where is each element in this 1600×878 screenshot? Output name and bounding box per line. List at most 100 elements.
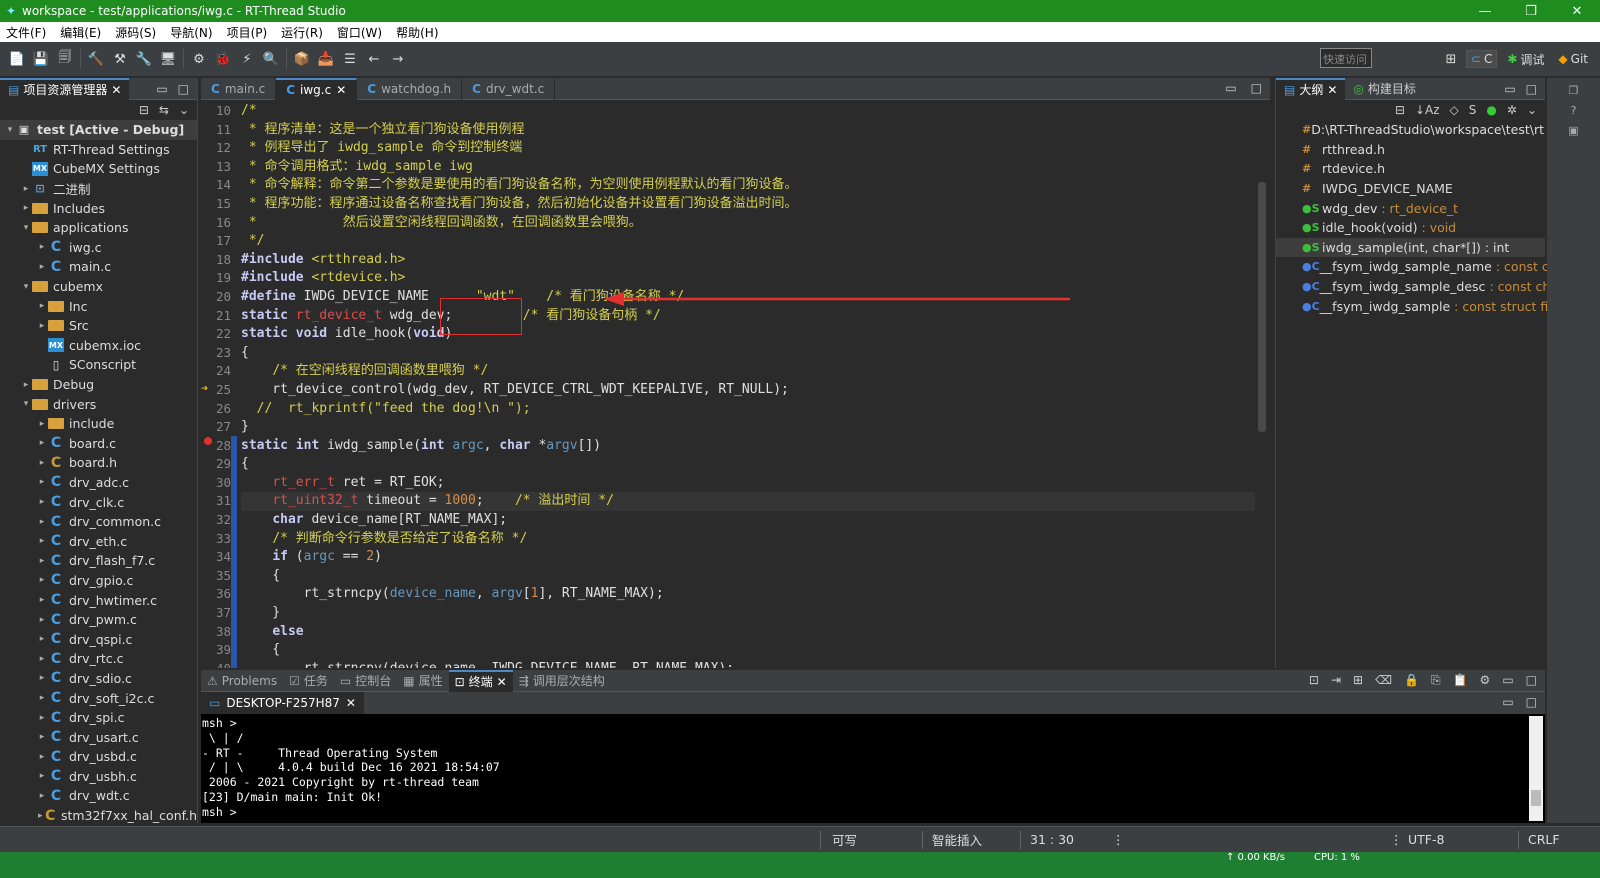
maximize-icon[interactable]: □ — [1526, 82, 1537, 96]
tree-item[interactable]: ▸ Cdrv_sdio.c — [0, 669, 197, 689]
tab-terminal-session[interactable]: ▭ DESKTOP-F257H87 ✕ — [201, 692, 364, 714]
perspective-git[interactable]: ◆ Git — [1554, 51, 1592, 67]
close-icon[interactable]: ✕ — [346, 696, 356, 710]
menu-help[interactable]: 帮助(H) — [396, 24, 438, 41]
menu-window[interactable]: 窗口(W) — [337, 24, 382, 41]
collapsed-arrow-icon[interactable]: ▸ — [36, 536, 48, 546]
tree-item[interactable]: ▸ Cdrv_rtc.c — [0, 649, 197, 669]
outline-item[interactable]: # rtdevice.h — [1276, 159, 1545, 179]
search-icon[interactable]: 🔍 — [262, 50, 280, 68]
breakpoint-icon[interactable] — [204, 437, 212, 445]
filter-icon[interactable]: ✲ — [1507, 103, 1517, 117]
collapsed-arrow-icon[interactable]: ▸ — [36, 732, 48, 742]
open-perspective-icon[interactable]: ⊞ — [1442, 50, 1460, 68]
editor-tab[interactable]: Cdrv_wdt.c — [462, 77, 556, 100]
perspective-c[interactable]: ⊂ C — [1465, 50, 1498, 68]
collapsed-arrow-icon[interactable]: ▸ — [36, 752, 48, 762]
tree-item[interactable]: ▾ applications — [0, 218, 197, 238]
forward-arrow-icon[interactable]: → — [389, 50, 407, 68]
collapsed-arrow-icon[interactable]: ▸ — [36, 693, 48, 703]
minimize-icon[interactable]: ▭ — [1504, 82, 1515, 96]
help-icon[interactable]: ? — [1567, 104, 1581, 118]
tree-item[interactable]: ▸ Cdrv_usbh.c — [0, 767, 197, 787]
outline-item[interactable]: ●S iwdg_sample(int, char*[]) : int — [1276, 237, 1545, 258]
tree-item[interactable]: ▾ drivers — [0, 394, 197, 414]
status-more-icon[interactable]: ⋮ — [1112, 832, 1125, 847]
bottom-tab[interactable]: ⊡ 终端 ✕ — [448, 669, 513, 692]
maximize-icon[interactable]: □ — [1526, 673, 1537, 688]
collapsed-arrow-icon[interactable]: ▸ — [36, 595, 48, 605]
collapsed-arrow-icon[interactable]: ▸ — [36, 458, 48, 468]
tree-item[interactable]: ▸ Cdrv_wdt.c — [0, 786, 197, 806]
link-editor-icon[interactable]: ⇆ — [159, 103, 169, 117]
collapsed-arrow-icon[interactable]: ▸ — [36, 477, 48, 487]
rebuild-icon[interactable]: ⚒ — [111, 50, 129, 68]
editor-scrollbar[interactable] — [1256, 102, 1268, 668]
outline-item[interactable]: # rtthread.h — [1276, 140, 1545, 160]
editor-tab[interactable]: Cwatchdog.h — [357, 77, 463, 100]
tree-item[interactable]: ▾ ▣ test [Active - Debug] — [0, 120, 197, 140]
expanded-arrow-icon[interactable]: ▾ — [20, 399, 32, 409]
tree-item[interactable]: ▸ Inc — [0, 296, 197, 316]
outline-item[interactable]: ●C __fsym_iwdg_sample : const struct fins… — [1276, 296, 1566, 316]
collapse-icon[interactable]: ⊟ — [1395, 103, 1405, 117]
flash-icon[interactable]: ⚡ — [238, 50, 256, 68]
collapsed-arrow-icon[interactable]: ▸ — [36, 673, 48, 683]
code-area[interactable]: 10 11 12 13 14 15 16 17 18 19 20 21 22 23 24 25 26 27 28 29… — [201, 102, 1257, 668]
tree-item[interactable]: ▸ Cdrv_clk.c — [0, 492, 197, 512]
terminal-scrollbar[interactable] — [1529, 716, 1543, 821]
sdk-icon[interactable]: 📥 — [317, 50, 335, 68]
monitor-icon[interactable]: 🖥 — [159, 50, 177, 68]
maximize-button[interactable]: ❐ — [1508, 0, 1554, 22]
collapsed-arrow-icon[interactable]: ▸ — [36, 771, 48, 781]
outline-item[interactable]: ●S idle_hook(void) : void — [1276, 218, 1545, 238]
minimize-icon[interactable]: ▭ — [1502, 695, 1513, 709]
minimize-icon[interactable]: ▭ — [156, 82, 167, 96]
tree-item[interactable]: RT RT-Thread Settings — [0, 140, 197, 160]
collapsed-arrow-icon[interactable]: ▸ — [20, 380, 32, 390]
collapsed-arrow-icon[interactable]: ▸ — [36, 517, 48, 527]
tree-item[interactable]: ▸ Debug — [0, 375, 197, 395]
minimize-icon[interactable]: ▭ — [1225, 81, 1236, 95]
close-icon[interactable]: ✕ — [336, 83, 346, 97]
new-terminal-icon[interactable]: ⊞ — [1353, 673, 1363, 688]
bottom-tab[interactable]: ⚠ Problems — [201, 670, 283, 692]
tree-item[interactable]: ▸ Cdrv_pwm.c — [0, 610, 197, 630]
clear-icon[interactable]: ⌫ — [1375, 673, 1392, 688]
bottom-tab[interactable]: ⇶ 调用层次结构 — [513, 670, 611, 692]
minimize-button[interactable]: — — [1462, 0, 1508, 22]
tree-item[interactable]: MX CubeMX Settings — [0, 159, 197, 179]
wrench-icon[interactable]: 🔧 — [135, 50, 153, 68]
collapsed-arrow-icon[interactable]: ▸ — [36, 615, 48, 625]
menu-project[interactable]: 项目(P) — [227, 24, 268, 41]
tree-item[interactable]: ▸ ⊡ 二进制 — [0, 179, 197, 199]
collapsed-arrow-icon[interactable]: ▸ — [36, 575, 48, 585]
outline-item[interactable]: # IWDG_DEVICE_NAME — [1276, 179, 1545, 199]
perspective-debug[interactable]: ✱ 调试 — [1503, 50, 1548, 69]
maximize-icon[interactable]: □ — [178, 82, 189, 96]
outline-item[interactable]: # D:\RT-ThreadStudio\workspace\test\rt — [1276, 120, 1545, 140]
tab-outline[interactable]: ▤ 大纲 ✕ — [1276, 77, 1346, 100]
collapse-all-icon[interactable]: ⊟ — [139, 103, 149, 117]
close-icon[interactable]: ✕ — [1327, 83, 1337, 97]
close-icon[interactable]: ✕ — [111, 83, 121, 97]
save-icon[interactable]: 💾 — [32, 50, 50, 68]
save-all-icon[interactable]: 🗐 — [56, 50, 74, 68]
menu-run[interactable]: 运行(R) — [281, 24, 323, 41]
tree-item[interactable]: ▸ Ciwg.c — [0, 238, 197, 258]
tree-item[interactable]: ▸ Includes — [0, 198, 197, 218]
collapsed-arrow-icon[interactable]: ▸ — [20, 184, 32, 194]
collapsed-arrow-icon[interactable]: ▸ — [36, 634, 48, 644]
bottom-tab[interactable]: ☑ 任务 — [283, 670, 334, 692]
quick-access-input[interactable]: 快速访问 — [1320, 48, 1372, 68]
tree-item[interactable]: ▸ Cdrv_hwtimer.c — [0, 590, 197, 610]
terminal-output[interactable]: msh > \ | / - RT - Thread Operating Syst… — [201, 714, 1545, 822]
expanded-arrow-icon[interactable]: ▾ — [4, 125, 16, 135]
tree-item[interactable]: ▸ Cdrv_usbd.c — [0, 747, 197, 767]
close-button[interactable]: ✕ — [1554, 0, 1600, 22]
tab-build-targets[interactable]: ◎ 构建目标 — [1345, 78, 1424, 100]
lock-icon[interactable]: 🔒 — [1404, 673, 1419, 688]
minimize-icon[interactable]: ▭ — [1502, 673, 1513, 688]
view-menu-icon[interactable]: ⌄ — [179, 103, 189, 117]
collapsed-arrow-icon[interactable]: ▸ — [36, 791, 48, 801]
